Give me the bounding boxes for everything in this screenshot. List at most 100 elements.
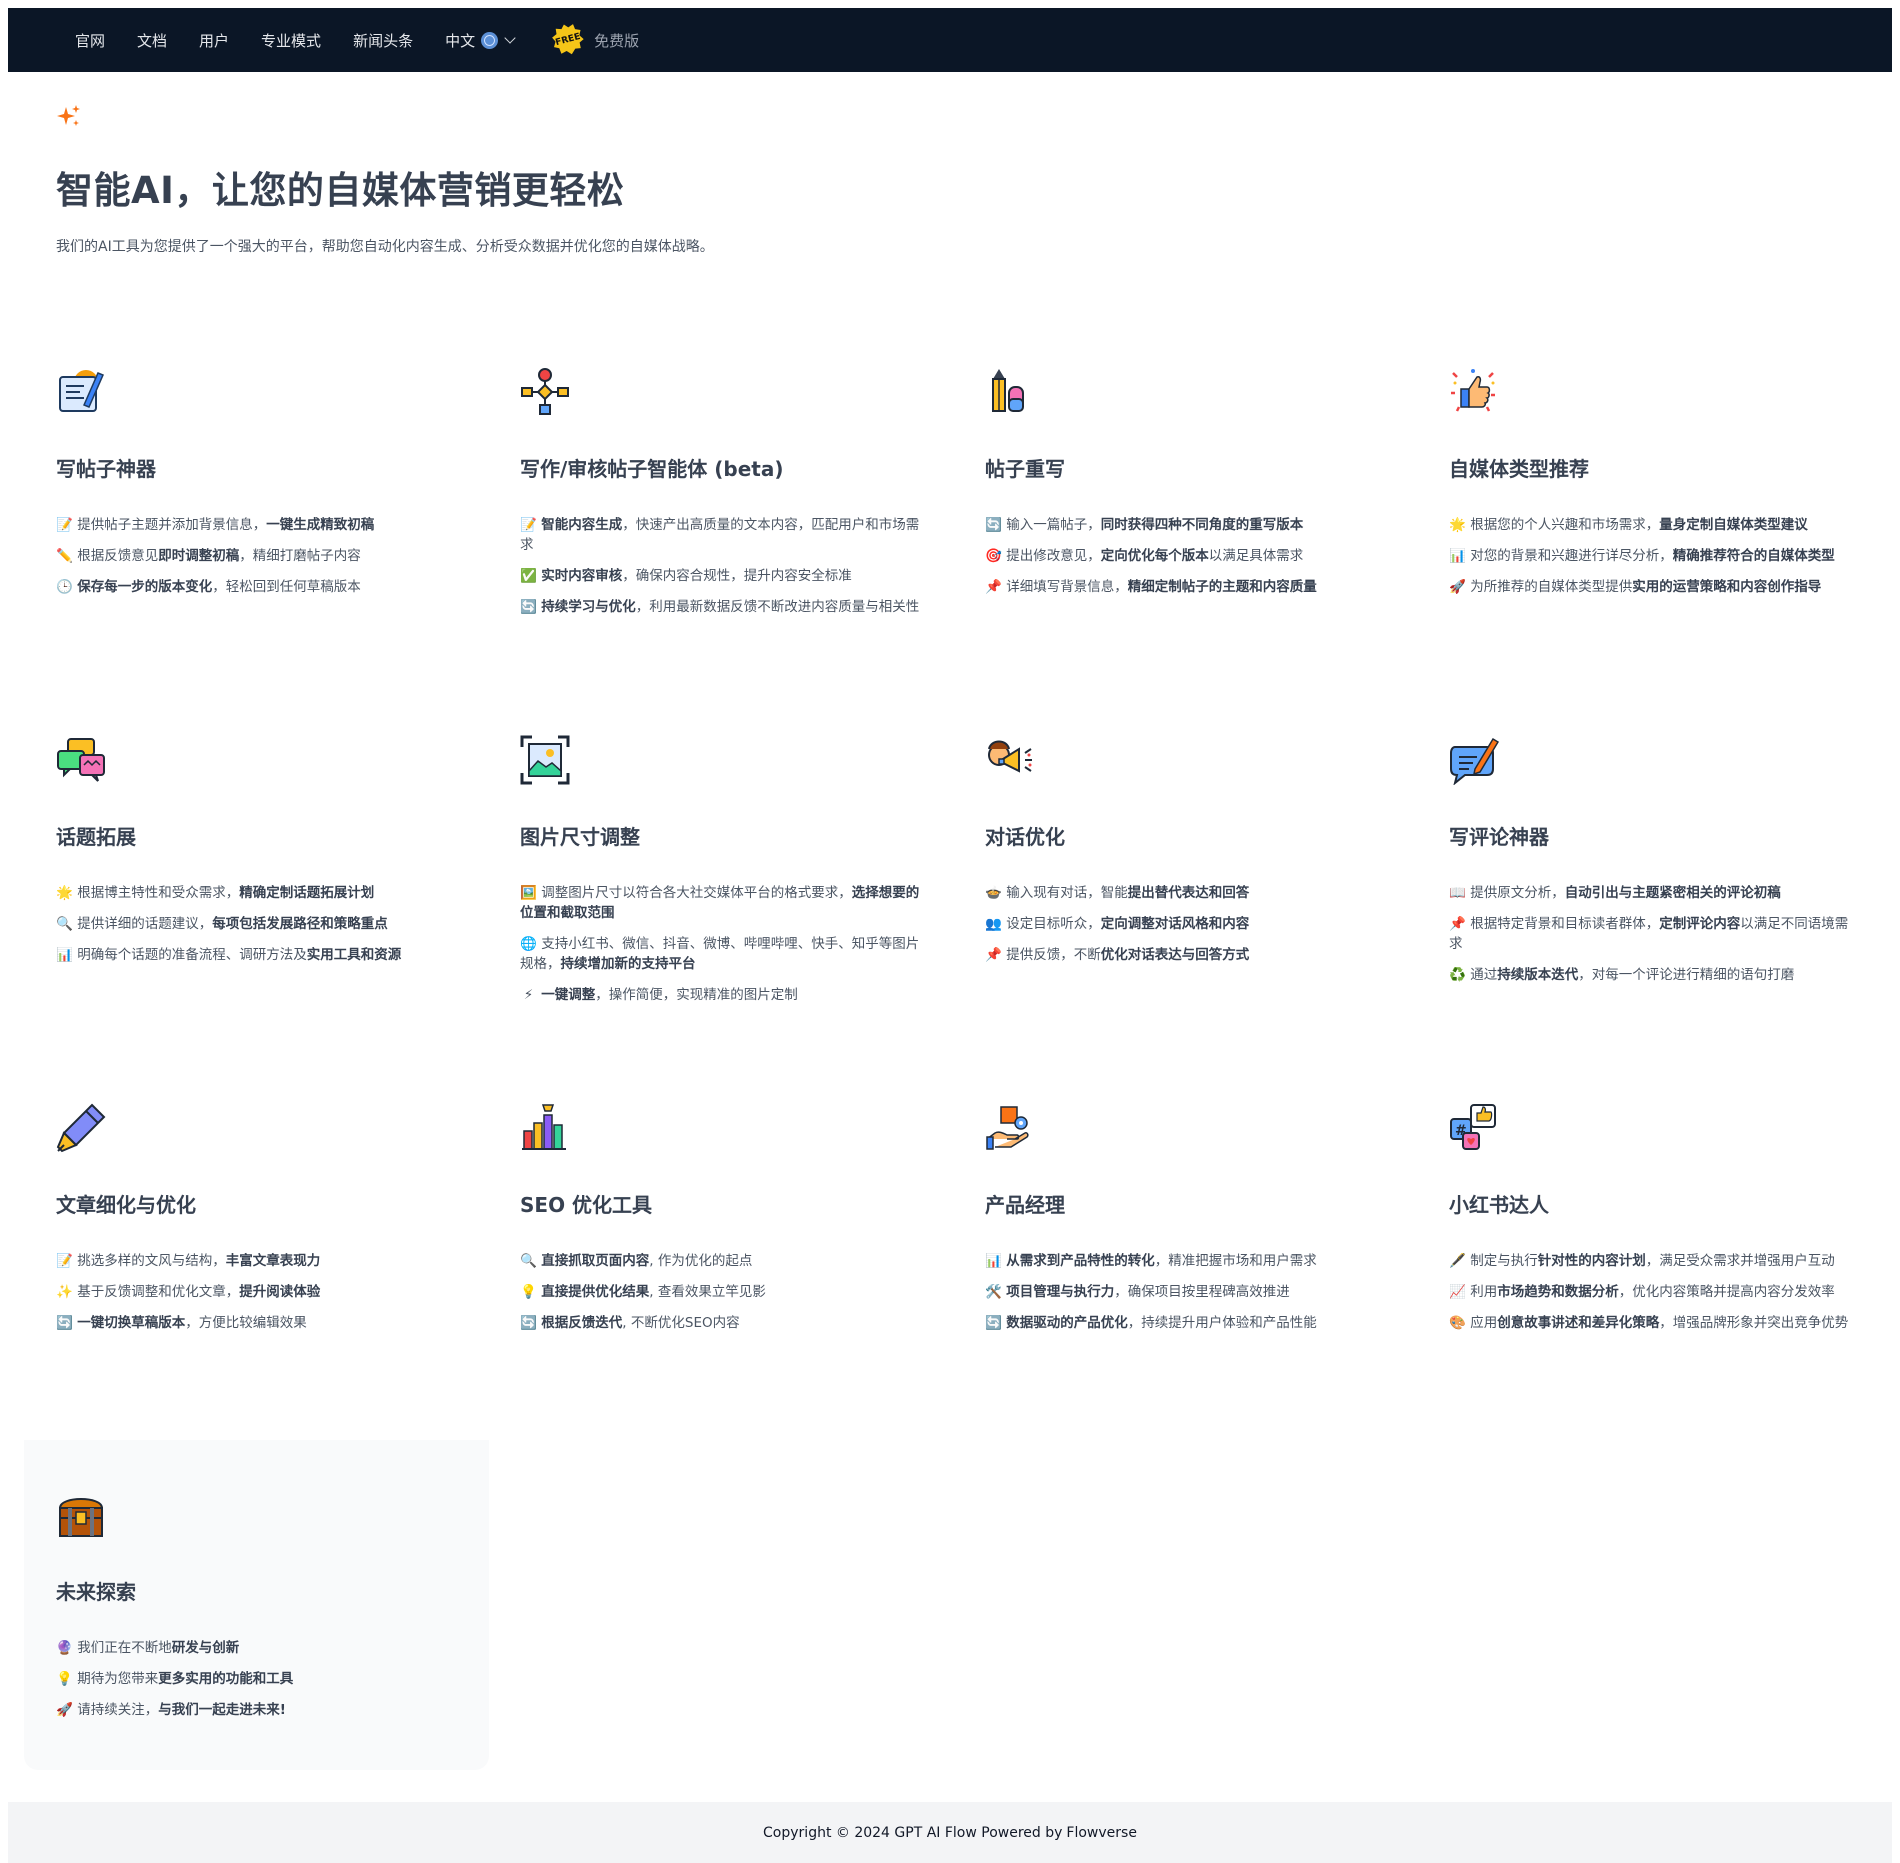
feature-card-post-writer[interactable]: 写帖子神器 📝 提供帖子主题并添加背景信息，一键生成精致初稿 ✏️ 根据反馈意见即… — [56, 367, 466, 595]
feature-card-xiaohongshu-expert[interactable]: # 小红书达人 🖋️ 制定与执行针对性的内容计划，满足受众需求并增强用户互动 📈 … — [1449, 1103, 1859, 1331]
bullet-highlight: 创意故事讲述和差异化策略 — [1497, 1315, 1660, 1331]
bullet-text: 请持续关注， — [77, 1702, 159, 1718]
feature-card-topic-expansion[interactable]: 话题拓展 🌟 根据博主特性和受众需求，精确定制话题拓展计划 🔍 提供详细的话题建议… — [56, 735, 466, 963]
bullet-text: ，优化内容策略并提高内容分发效率 — [1618, 1284, 1835, 1300]
bullet-emoji-icon: 📌 — [985, 579, 1002, 595]
card-bullet-list: 🖋️ 制定与执行针对性的内容计划，满足受众需求并增强用户互动 📈 利用市场趋势和数… — [1449, 1251, 1849, 1344]
feature-card-article-refine[interactable]: 文章细化与优化 📝 挑选多样的文风与结构，丰富文章表现力 ✨ 基于反馈调整和优化文… — [56, 1103, 466, 1331]
card-bullet-list: 📝 智能内容生成，快速产出高质量的文本内容，匹配用户和市场需求 ✅ 实时内容审核，… — [520, 515, 920, 628]
bullet-text: 根据反馈意见 — [77, 548, 159, 564]
nav-item-official-site[interactable]: 官网 — [75, 30, 105, 51]
feature-card-seo-tool[interactable]: SEO 优化工具 🔍 直接抓取页面内容, 作为优化的起点 💡 直接提供优化结果, … — [520, 1103, 930, 1331]
bullet-emoji-icon: 🖋️ — [1449, 1253, 1466, 1269]
bullet-emoji-icon: 📝 — [520, 517, 537, 533]
card-title: 文章细化与优化 — [56, 1193, 196, 1217]
bullet-highlight: 精细定制帖子的主题和内容质量 — [1127, 579, 1317, 595]
card-bullet: 🌐 支持小红书、微信、抖音、微博、哔哩哔哩、快手、知乎等图片规格，持续增加新的支… — [520, 934, 920, 974]
bullet-highlight: 实用的运营策略和内容创作指导 — [1632, 579, 1822, 595]
bullet-emoji-icon: 🔄 — [520, 1315, 537, 1331]
card-bullet: 💡 期待为您带来更多实用的功能和工具 — [56, 1669, 456, 1689]
bullet-text: 基于反馈调整和优化文章， — [77, 1284, 240, 1300]
bullet-text: 利用 — [1470, 1284, 1498, 1300]
bullet-text: 提供反馈，不断 — [1006, 947, 1101, 963]
treasure-chest-icon — [58, 1498, 104, 1537]
card-bullet: 🕒 保存每一步的版本变化，轻松回到任何草稿版本 — [56, 577, 456, 597]
card-bullet: 🖼️ 调整图片尺寸以符合各大社交媒体平台的格式要求，选择想要的位置和截取范围 — [520, 883, 920, 923]
bullet-highlight: 定向优化每个版本 — [1100, 548, 1209, 564]
feature-card-dialog-optimize[interactable]: 对话优化 🍲 输入现有对话，智能提出替代表达和回答 👥 设定目标听众，定向调整对话… — [985, 735, 1395, 963]
feature-card-media-type-recommend[interactable]: 自媒体类型推荐 🌟 根据您的个人兴趣和市场需求，量身定制自媒体类型建议 📊 对您的… — [1449, 367, 1859, 595]
card-bullet: 🔄 输入一篇帖子，同时获得四种不同角度的重写版本 — [985, 515, 1385, 535]
bullet-emoji-icon: 📊 — [56, 947, 73, 963]
bullet-text: 输入一篇帖子， — [1006, 517, 1101, 533]
bullet-highlight: 持续学习与优化 — [541, 599, 636, 615]
card-bullet: 📊 对您的背景和兴趣进行详尽分析，精确推荐符合的自媒体类型 — [1449, 546, 1849, 566]
feature-card-future-explore[interactable]: 未来探索 🔮 我们正在不断地研发与创新 💡 期待为您带来更多实用的功能和工具 🚀 请… — [56, 1490, 466, 1718]
bullet-emoji-icon: 💡 — [520, 1284, 537, 1300]
card-title: 帖子重写 — [985, 457, 1065, 481]
bullet-highlight: 实时内容审核 — [541, 568, 623, 584]
card-bullet: 🔍 提供详细的话题建议，每项包括发展路径和策略重点 — [56, 914, 456, 934]
bullet-highlight: 定向调整对话风格和内容 — [1100, 916, 1250, 932]
bullet-emoji-icon: 🖼️ — [520, 885, 537, 901]
card-title: 未来探索 — [56, 1580, 136, 1604]
bullet-highlight: 研发与创新 — [171, 1640, 240, 1656]
flowchart-icon — [521, 368, 569, 415]
bullet-highlight: 一键生成精致初稿 — [266, 517, 375, 533]
bullet-emoji-icon: 📖 — [1449, 885, 1466, 901]
bullet-highlight: 直接抓取页面内容 — [541, 1253, 650, 1269]
bullet-text: ，精准把握市场和用户需求 — [1154, 1253, 1317, 1269]
feature-card-post-rewrite[interactable]: 帖子重写 🔄 输入一篇帖子，同时获得四种不同角度的重写版本 🎯 提出修改意见，定向… — [985, 367, 1395, 595]
speech-pencil-icon — [1450, 737, 1500, 786]
card-bullet: 🌟 根据您的个人兴趣和市场需求，量身定制自媒体类型建议 — [1449, 515, 1849, 535]
feature-card-comment-writer[interactable]: 写评论神器 📖 提供原文分析，自动引出与主题紧密相关的评论初稿 📌 根据特定背景和… — [1449, 735, 1859, 983]
bullet-text: 以满足具体需求 — [1208, 548, 1304, 564]
card-title: 对话优化 — [985, 825, 1065, 849]
bullet-text: 设定目标听众， — [1006, 916, 1101, 932]
card-bullet: 🎯 提出修改意见，定向优化每个版本以满足具体需求 — [985, 546, 1385, 566]
bullet-emoji-icon: 🌐 — [520, 936, 537, 952]
bullet-highlight: 实用工具和资源 — [306, 947, 402, 963]
page-subtitle: 我们的AI工具为您提供了一个强大的平台，帮助您自动化内容生成、分析受众数据并优化… — [56, 239, 714, 255]
bullet-text: 为所推荐的自媒体类型提供 — [1470, 579, 1633, 595]
bullet-text: 应用 — [1470, 1315, 1498, 1331]
card-bullet: ♻️ 通过持续版本迭代，对每一个评论进行精细的语句打磨 — [1449, 965, 1849, 985]
feature-card-writing-review-agent[interactable]: 写作/审核帖子智能体 (beta) 📝 智能内容生成，快速产出高质量的文本内容，… — [520, 367, 930, 615]
bullet-text: 详细填写背景信息， — [1006, 579, 1128, 595]
feature-card-image-resize[interactable]: 图片尺寸调整 🖼️ 调整图片尺寸以符合各大社交媒体平台的格式要求，选择想要的位置… — [520, 735, 930, 1003]
notepad-pen-icon — [59, 370, 104, 412]
bullet-emoji-icon: 🚀 — [56, 1702, 73, 1718]
bullet-highlight: 优化对话表达与回答方式 — [1100, 947, 1250, 963]
nav-item-pro-mode[interactable]: 专业模式 — [261, 30, 321, 51]
bullet-highlight: 市场趋势和数据分析 — [1497, 1284, 1619, 1300]
nav-item-news[interactable]: 新闻头条 — [353, 30, 413, 51]
bullet-text: 期待为您带来 — [77, 1671, 159, 1687]
bullet-emoji-icon: 🔍 — [520, 1253, 537, 1269]
bullet-emoji-icon: ✨ — [56, 1284, 73, 1300]
social-media-icon: # — [1450, 1104, 1496, 1150]
bullet-highlight: 精确定制话题拓展计划 — [239, 885, 375, 901]
card-bullet: 🔍 直接抓取页面内容, 作为优化的起点 — [520, 1251, 920, 1271]
bullet-emoji-icon: 📌 — [1449, 916, 1466, 932]
bullet-text: 根据您的个人兴趣和市场需求， — [1470, 517, 1660, 533]
plan-label[interactable]: 免费版 — [594, 30, 639, 51]
feature-card-product-manager[interactable]: 产品经理 📊 从需求到产品特性的转化，精准把握市场和用户需求 🛠️ 项目管理与执行… — [985, 1103, 1395, 1331]
nav-item-docs[interactable]: 文档 — [137, 30, 167, 51]
card-title: 写作/审核帖子智能体 (beta) — [520, 457, 784, 481]
card-bullet: 🛠️ 项目管理与执行力，确保项目按里程碑高效推进 — [985, 1282, 1385, 1302]
card-bullet: 🚀 为所推荐的自媒体类型提供实用的运营策略和内容创作指导 — [1449, 577, 1849, 597]
nav-item-users[interactable]: 用户 — [199, 30, 229, 51]
card-bullet: 🚀 请持续关注，与我们一起走进未来! — [56, 1700, 456, 1720]
card-bullet: 📝 挑选多样的文风与结构，丰富文章表现力 — [56, 1251, 456, 1271]
bullet-highlight: 从需求到产品特性的转化 — [1006, 1253, 1155, 1269]
card-title: SEO 优化工具 — [520, 1193, 653, 1217]
bullet-emoji-icon: 📊 — [1449, 548, 1466, 564]
megaphone-person-icon — [988, 740, 1032, 773]
bullet-highlight: 智能内容生成 — [541, 517, 623, 533]
bullet-text: 调整图片尺寸以符合各大社交媒体平台的格式要求， — [541, 885, 852, 901]
bullet-emoji-icon: 🔄 — [520, 599, 537, 615]
language-selector[interactable]: 中文 — [445, 30, 516, 51]
bullet-emoji-icon: 🔮 — [56, 1640, 73, 1656]
flowverse-link[interactable]: Flowverse — [1066, 1825, 1137, 1841]
card-bullet: ✏️ 根据反馈意见即时调整初稿，精细打磨帖子内容 — [56, 546, 456, 566]
